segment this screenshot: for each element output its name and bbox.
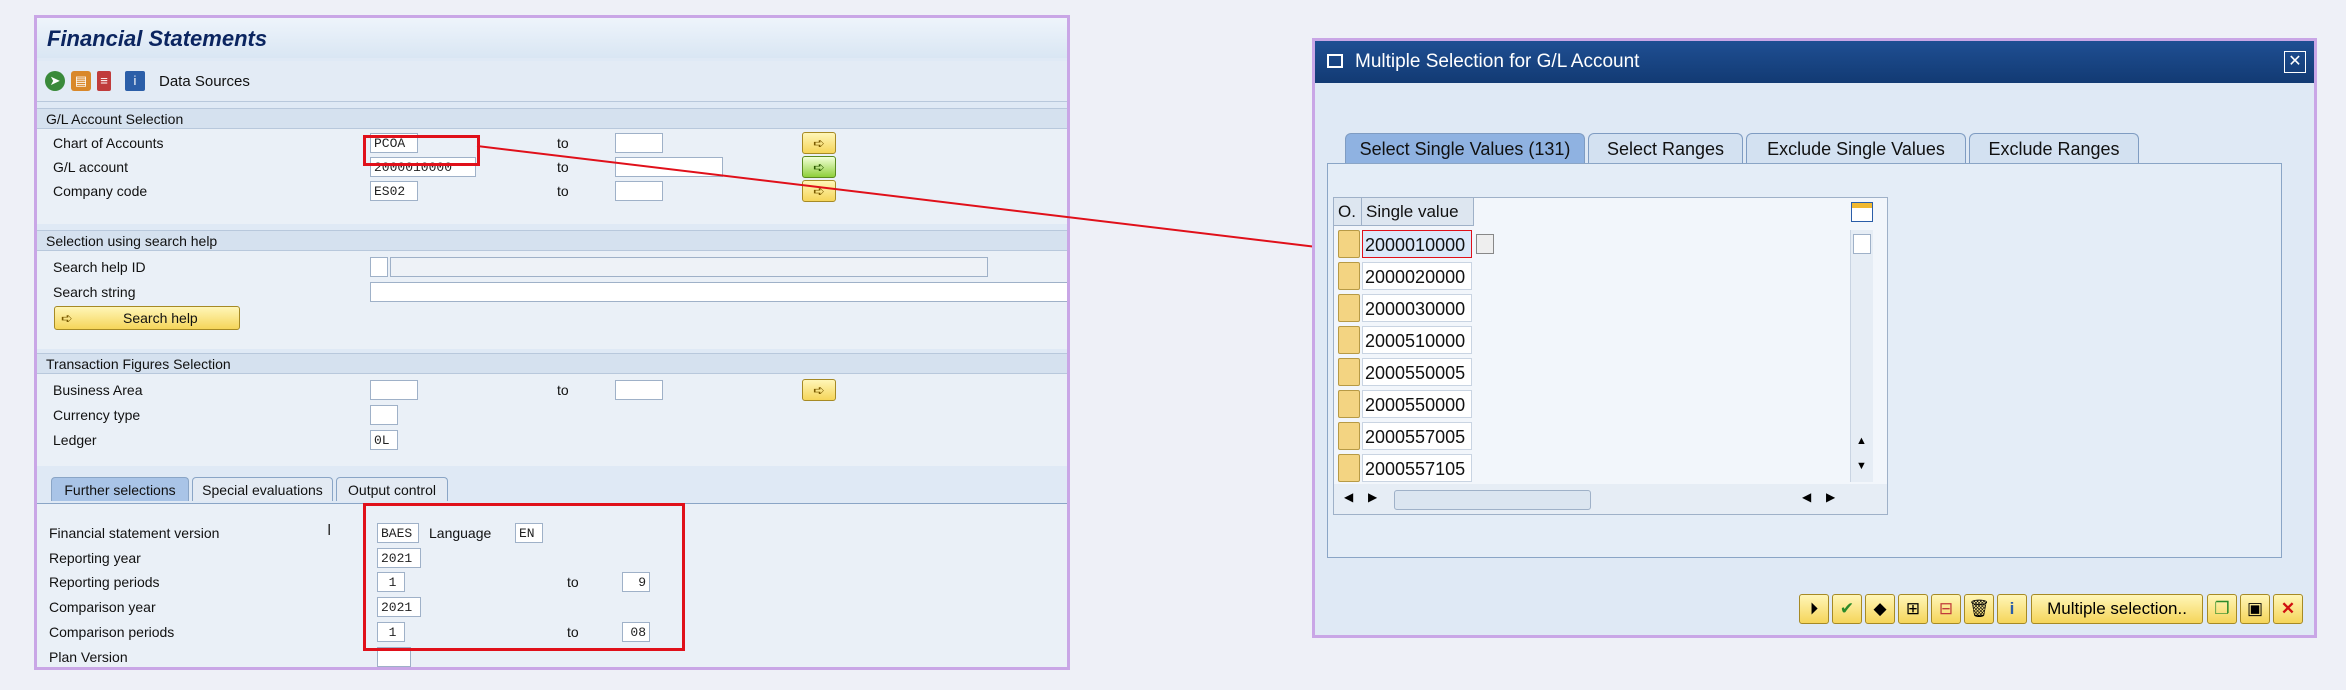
row-selector[interactable] [1338, 230, 1360, 258]
tab-exclude-single-values[interactable]: Exclude Single Values [1746, 133, 1966, 163]
execute-icon[interactable]: ⏵ [1799, 594, 1829, 624]
row-selector[interactable] [1338, 422, 1360, 450]
copy-icon[interactable] [1476, 234, 1494, 254]
column-header-o[interactable]: O. [1334, 198, 1362, 226]
check-icon[interactable]: ✔ [1832, 594, 1862, 624]
column-header-single-value[interactable]: Single value [1362, 198, 1474, 226]
scroll-up-icon[interactable]: ▲ [1856, 435, 1867, 447]
table-cell-value[interactable]: 2000030000 [1362, 294, 1472, 322]
cancel-icon[interactable]: ✕ [2273, 594, 2303, 624]
multiple-selection-dialog: Multiple Selection for G/L Account ✕ Sel… [1312, 38, 2317, 638]
tab-select-ranges[interactable]: Select Ranges [1588, 133, 1743, 163]
scroll-thumb[interactable] [1394, 490, 1591, 510]
scroll-checkbox[interactable] [1853, 234, 1871, 254]
close-icon[interactable]: ✕ [2284, 51, 2306, 73]
dialog-icon [1327, 54, 1343, 68]
dialog-title: Multiple Selection for G/L Account [1355, 51, 1640, 72]
tab-select-single-values[interactable]: Select Single Values (131) [1345, 133, 1585, 163]
table-cell-value[interactable]: 2000510000 [1362, 326, 1472, 354]
copy-icon[interactable]: ❐ [2207, 594, 2237, 624]
scroll-left-icon[interactable]: ◀ [1344, 490, 1353, 504]
single-values-table: O. Single value 2000010000 2000020000 20… [1333, 197, 1888, 515]
options-icon[interactable]: ◆ [1865, 594, 1895, 624]
table-cell-value[interactable]: 2000020000 [1362, 262, 1472, 290]
trash-icon[interactable]: 🗑 [1964, 594, 1994, 624]
table-cell-value[interactable]: 2000550000 [1362, 390, 1472, 418]
scroll-right-icon[interactable]: ▶ [1826, 490, 1835, 504]
scroll-down-icon[interactable]: ▼ [1856, 460, 1867, 472]
table-settings-icon[interactable] [1851, 202, 1873, 222]
horizontal-scrollbar[interactable]: ◀ ▶ ◀ ▶ [1334, 484, 1887, 514]
dialog-title-bar: Multiple Selection for G/L Account ✕ [1315, 41, 2314, 83]
scroll-left-icon[interactable]: ◀ [1802, 490, 1811, 504]
insert-row-icon[interactable]: ⊞ [1898, 594, 1928, 624]
paste-icon[interactable]: ▣ [2240, 594, 2270, 624]
table-cell-value[interactable]: 2000557005 [1362, 422, 1472, 450]
vertical-scrollbar[interactable]: ▲ ▼ [1850, 230, 1873, 482]
row-selector[interactable] [1338, 358, 1360, 386]
row-selector[interactable] [1338, 454, 1360, 482]
row-selector[interactable] [1338, 262, 1360, 290]
tab-exclude-ranges[interactable]: Exclude Ranges [1969, 133, 2139, 163]
row-selector[interactable] [1338, 390, 1360, 418]
multiple-selection-button[interactable]: Multiple selection.. [2031, 594, 2203, 624]
scroll-right-icon[interactable]: ▶ [1368, 490, 1377, 504]
row-selector[interactable] [1338, 294, 1360, 322]
table-cell-value[interactable]: 2000550005 [1362, 358, 1472, 386]
info-icon[interactable]: i [1997, 594, 2027, 624]
delete-row-icon[interactable]: ⊟ [1931, 594, 1961, 624]
row-selector[interactable] [1338, 326, 1360, 354]
table-cell-value[interactable]: 2000010000 [1362, 230, 1472, 258]
table-cell-value[interactable]: 2000557105 [1362, 454, 1472, 482]
